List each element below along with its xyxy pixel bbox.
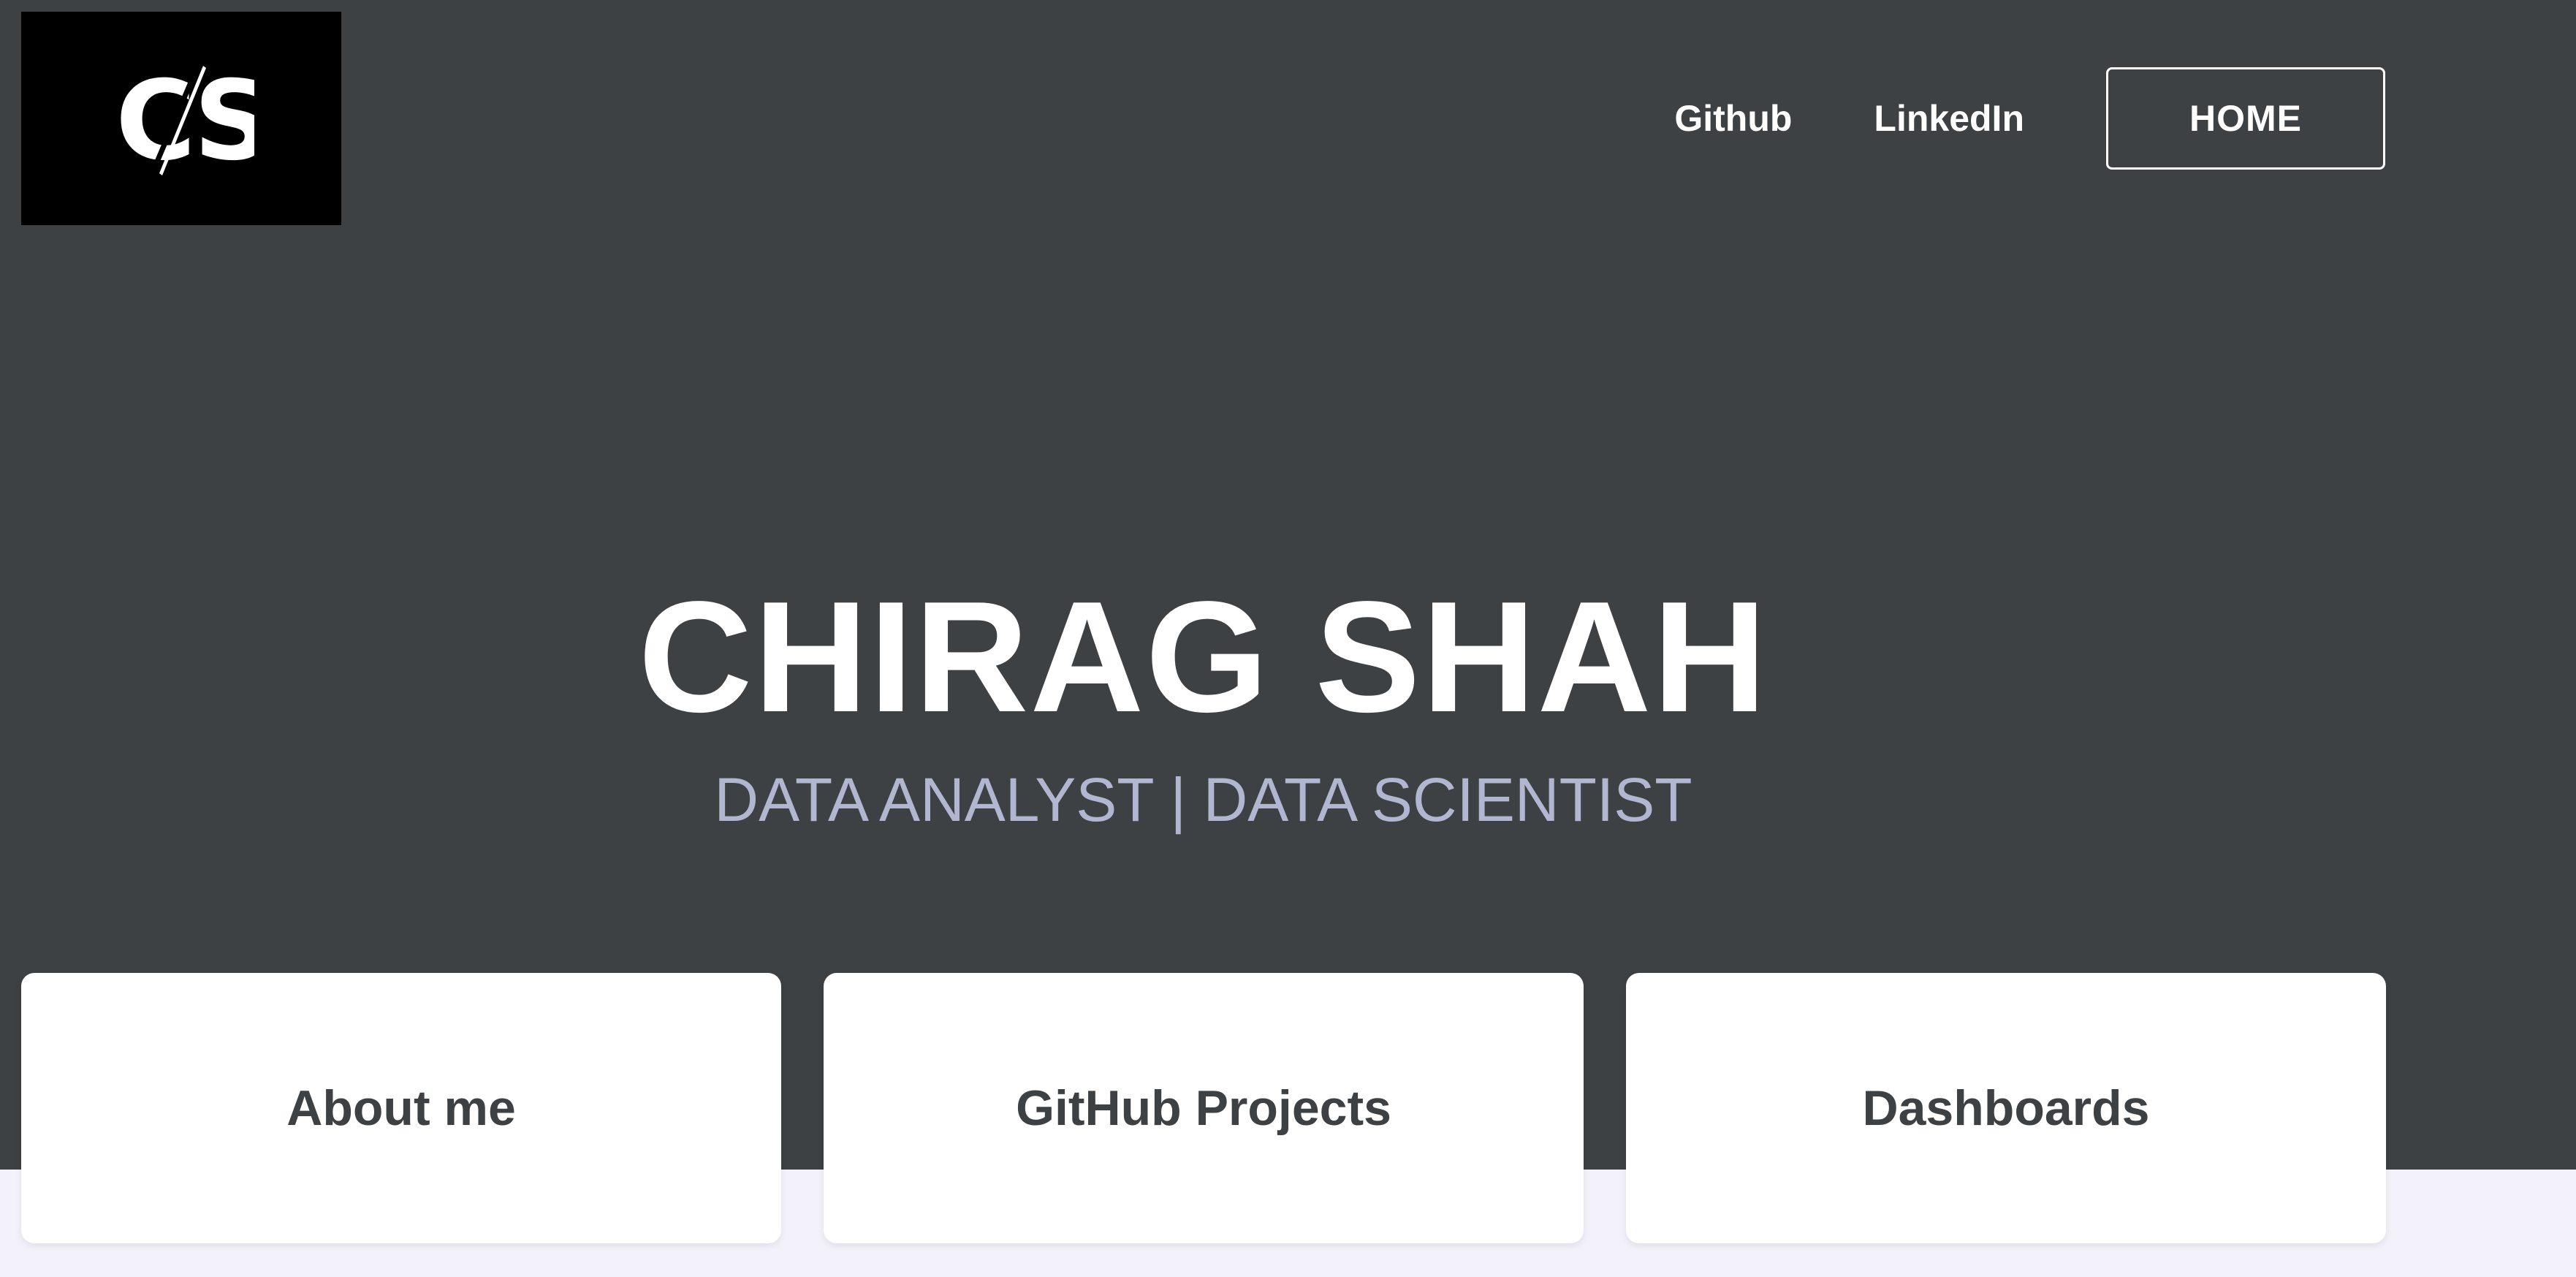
logo-mark: CS <box>115 58 254 184</box>
card-label: Dashboards <box>1862 1080 2150 1136</box>
card-about-me[interactable]: About me <box>21 973 781 1243</box>
nav-link-linkedin[interactable]: LinkedIn <box>1874 100 2024 137</box>
card-label: GitHub Projects <box>1016 1080 1391 1136</box>
logo-text: CS <box>115 58 254 184</box>
section-cards: About me GitHub Projects Dashboards <box>21 973 2386 1243</box>
site-logo[interactable]: CS <box>21 12 341 225</box>
card-dashboards[interactable]: Dashboards <box>1626 973 2386 1243</box>
hero-subtitle: DATA ANALYST | DATA SCIENTIST <box>714 765 1692 834</box>
home-button[interactable]: HOME <box>2106 67 2385 170</box>
top-nav: Github LinkedIn HOME <box>1674 66 2385 171</box>
card-label: About me <box>286 1080 516 1136</box>
hero-title: CHIRAG SHAH <box>638 568 1768 745</box>
card-github-projects[interactable]: GitHub Projects <box>824 973 1584 1243</box>
nav-link-github[interactable]: Github <box>1674 100 1792 137</box>
